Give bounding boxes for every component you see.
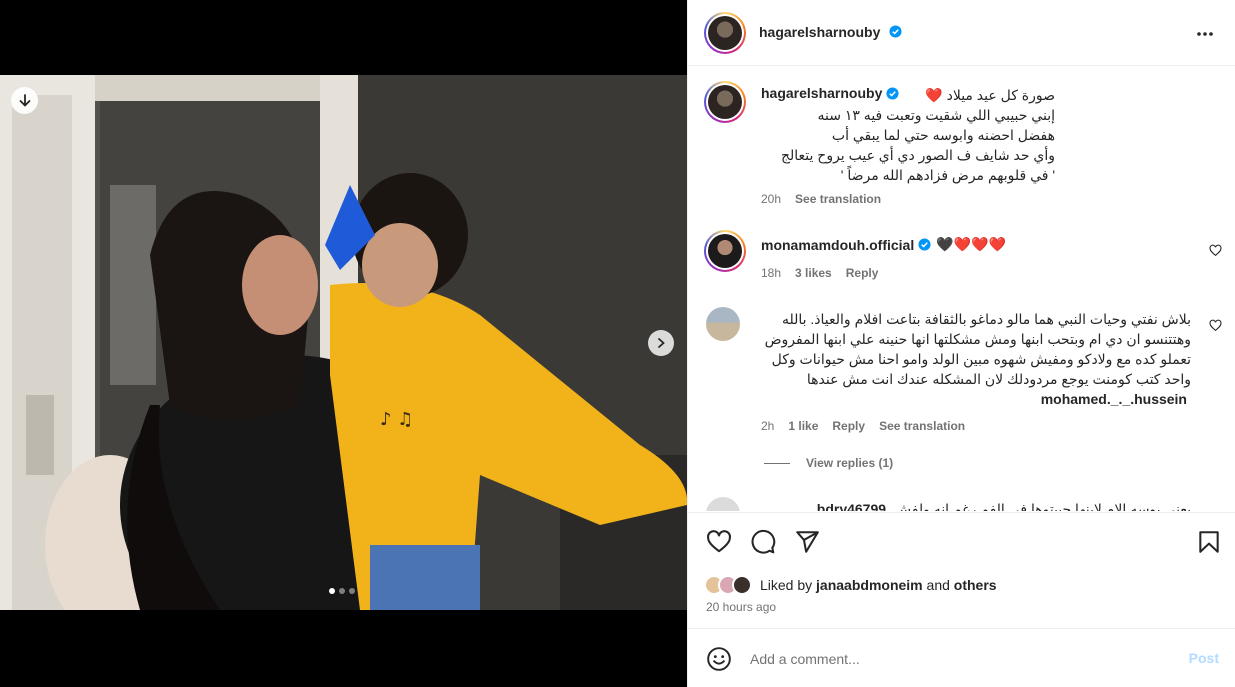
bookmark-icon[interactable] — [1196, 529, 1222, 555]
liked-by-text: Liked by janaabdmoneim and others — [760, 577, 997, 593]
post-photo[interactable]: ♪ ♫ — [0, 75, 687, 610]
carousel-dots — [329, 588, 355, 594]
comment-meta: 2h 1 like Reply See translation — [761, 419, 965, 433]
reply-button[interactable]: Reply — [846, 266, 879, 280]
more-icon — [1197, 32, 1213, 36]
heart-icon[interactable] — [706, 529, 732, 555]
see-translation-link[interactable]: See translation — [879, 419, 965, 433]
carousel-dot — [329, 588, 335, 594]
comment-avatar[interactable] — [706, 307, 740, 341]
carousel-dot — [349, 588, 355, 594]
download-button[interactable] — [11, 87, 38, 114]
comment-text: يعني بوسه الام لابنها حبيتوها في الفم رغ… — [893, 501, 1191, 511]
reply-button[interactable]: Reply — [832, 419, 865, 433]
comment-text-wrap: بلاش نفتي وحيات النبي هما مالو دماغو بال… — [761, 309, 1191, 409]
carousel-next-button[interactable] — [648, 330, 674, 356]
verified-icon — [889, 25, 902, 38]
comment-time: 18h — [761, 266, 782, 280]
liked-others-link[interactable]: others — [954, 577, 997, 593]
comment-time: 2h — [761, 419, 775, 433]
carousel-dot — [339, 588, 345, 594]
author-name-row: hagarelsharnouby — [759, 24, 902, 42]
caption-time: 20h — [761, 192, 782, 206]
replies-divider — [764, 462, 790, 464]
see-translation-link[interactable]: See translation — [795, 192, 881, 206]
comment-like-icon[interactable] — [1209, 319, 1222, 332]
author-avatar[interactable] — [704, 12, 746, 54]
svg-text:♪ ♫: ♪ ♫ — [380, 409, 413, 430]
caption-avatar[interactable] — [704, 81, 746, 123]
comment-row: monamamdouh.official 🖤❤️❤️❤️ — [761, 236, 1006, 253]
post-button[interactable]: Post — [1189, 650, 1219, 666]
comment-username[interactable]: mohamed._._.hussein — [1041, 391, 1187, 407]
download-icon — [19, 93, 30, 107]
post-actions: Liked by janaabdmoneim and others 20 hou… — [688, 512, 1235, 622]
comment-avatar[interactable] — [704, 230, 746, 272]
comment-avatar[interactable] — [706, 497, 740, 511]
comment-composer: Post — [688, 628, 1235, 687]
comment-text: 🖤❤️❤️❤️ — [936, 236, 1006, 252]
more-options-button[interactable] — [1196, 24, 1214, 38]
caption-meta: 20h See translation — [761, 192, 881, 206]
comment-likes[interactable]: 1 like — [788, 419, 818, 433]
comment-body: يعني بوسه الام لابنها حبيتوها في الفم رغ… — [761, 499, 1191, 511]
comment-body: بلاش نفتي وحيات النبي هما مالو دماغو بال… — [761, 309, 1191, 411]
liker-avatar[interactable] — [732, 575, 752, 595]
comment-input[interactable] — [750, 647, 1160, 671]
chevron-right-icon — [658, 338, 665, 348]
liked-prefix: Liked by — [760, 577, 813, 593]
liked-by-row: Liked by janaabdmoneim and others — [704, 575, 997, 595]
post-media: ♪ ♫ — [0, 0, 687, 687]
liked-user-link[interactable]: janaabdmoneim — [816, 577, 923, 593]
share-icon[interactable] — [794, 529, 820, 555]
comment-icon[interactable] — [750, 529, 776, 555]
view-replies-button[interactable]: View replies (1) — [764, 456, 893, 470]
caption-text: صورة كل عيد ميلاد ❤️ إبني حبيبي اللي شقي… — [780, 87, 1055, 183]
comment-username[interactable]: bdry46799 — [817, 501, 886, 511]
author-username[interactable]: hagarelsharnouby — [759, 24, 880, 40]
comment-text: بلاش نفتي وحيات النبي هما مالو دماغو بال… — [764, 311, 1191, 387]
comments-list[interactable]: hagarelsharnouby صورة كل عيد ميلاد ❤️ إب… — [688, 67, 1235, 511]
verified-icon — [918, 238, 931, 251]
post-header: hagarelsharnouby — [688, 0, 1235, 66]
comment-meta: 18h 3 likes Reply — [761, 266, 878, 280]
liked-and: and — [926, 577, 950, 593]
view-replies-label: View replies (1) — [806, 456, 894, 470]
comment-like-icon[interactable] — [1209, 244, 1222, 257]
post-time[interactable]: 20 hours ago — [706, 600, 776, 614]
emoji-icon[interactable] — [706, 646, 732, 672]
post-side-panel: hagarelsharnouby hagarelsharnouby صورة ك… — [687, 0, 1235, 687]
photo-illustration: ♪ ♫ — [0, 75, 687, 610]
comment-username[interactable]: monamamdouh.official — [761, 237, 914, 253]
comment-likes[interactable]: 3 likes — [795, 266, 832, 280]
